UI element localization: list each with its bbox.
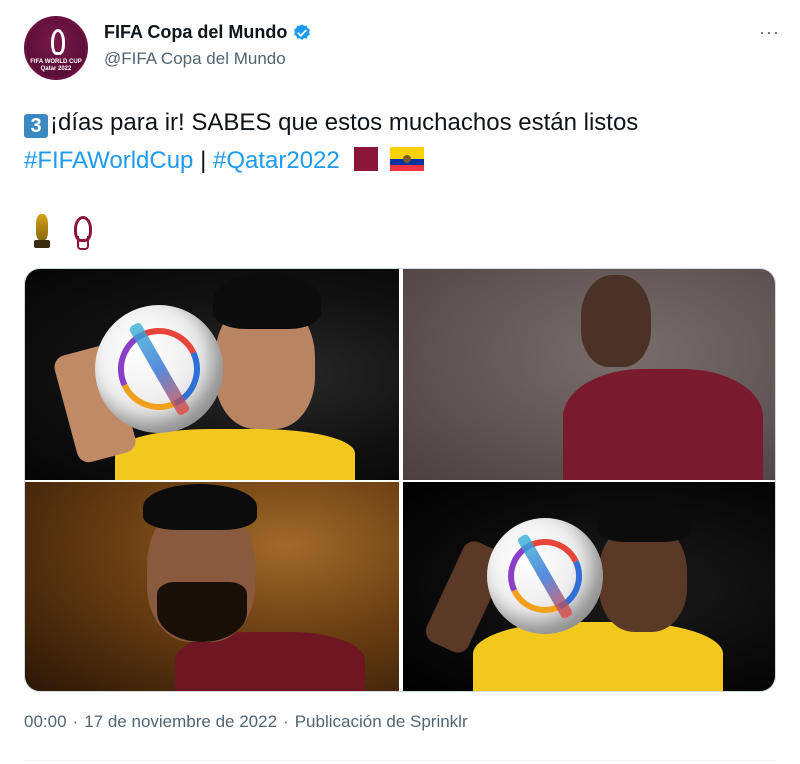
avatar[interactable]: FIFA WORLD CUP Qatar 2022: [24, 16, 88, 80]
ecuador-flag-icon: [389, 147, 424, 171]
tweet-footer: 00:00 · 17 de noviembre de 2022 · Public…: [24, 712, 468, 732]
trophy-icon: [34, 214, 50, 250]
player-head: [581, 275, 651, 367]
media-grid: [24, 268, 776, 692]
footer-dot: ·: [283, 712, 289, 731]
photo-4[interactable]: [403, 482, 775, 691]
emoji-row: [34, 214, 92, 250]
author-handle[interactable]: @FIFA Copa del Mundo: [104, 49, 312, 69]
player-hair: [143, 484, 257, 530]
tweet-text: 3 ¡días para ir! SABES que estos muchacho…: [24, 104, 764, 180]
player-beard: [157, 582, 247, 642]
divider: [24, 760, 776, 761]
hashtag-fifaworldcup[interactable]: #FIFAWorldCup: [24, 147, 193, 174]
tweet-date[interactable]: 17 de noviembre de 2022: [84, 712, 277, 732]
photo-1[interactable]: [25, 269, 399, 480]
hashtag-separator: |: [193, 147, 213, 174]
tweet-text-body: ¡días para ir! SABES que estos muchachos…: [50, 109, 639, 136]
photo-3[interactable]: [25, 482, 399, 691]
author-display-name[interactable]: FIFA Copa del Mundo: [104, 22, 287, 43]
player-hair: [213, 273, 321, 329]
more-options-button[interactable]: ···: [759, 22, 780, 43]
match-ball-icon: [487, 518, 603, 634]
tweet-source[interactable]: Publicación de Sprinklr: [295, 712, 468, 732]
author-names: FIFA Copa del Mundo @FIFA Copa del Mundo: [104, 22, 312, 69]
world-cup-logo-icon: [51, 29, 65, 55]
player-hair: [597, 502, 691, 542]
hashtag-qatar2022[interactable]: #Qatar2022: [213, 147, 340, 174]
player-shirt: [115, 429, 355, 480]
author-display-name-row[interactable]: FIFA Copa del Mundo: [104, 22, 312, 43]
keycap-number-icon: 3: [24, 114, 48, 138]
verified-badge-icon: [294, 23, 311, 40]
qatar-flag-icon: [343, 147, 378, 171]
footer-dot: ·: [72, 712, 79, 731]
tweet-header: FIFA WORLD CUP Qatar 2022 FIFA Copa del M…: [24, 14, 780, 84]
player-shirt: [563, 369, 763, 480]
photo-2[interactable]: [403, 269, 775, 480]
tweet-time[interactable]: 00:00: [24, 712, 67, 732]
avatar-logo-text: FIFA WORLD CUP Qatar 2022: [30, 59, 82, 72]
player-shirt: [473, 622, 723, 691]
match-ball-icon: [95, 305, 223, 433]
world-cup-emblem-icon: [72, 214, 92, 250]
